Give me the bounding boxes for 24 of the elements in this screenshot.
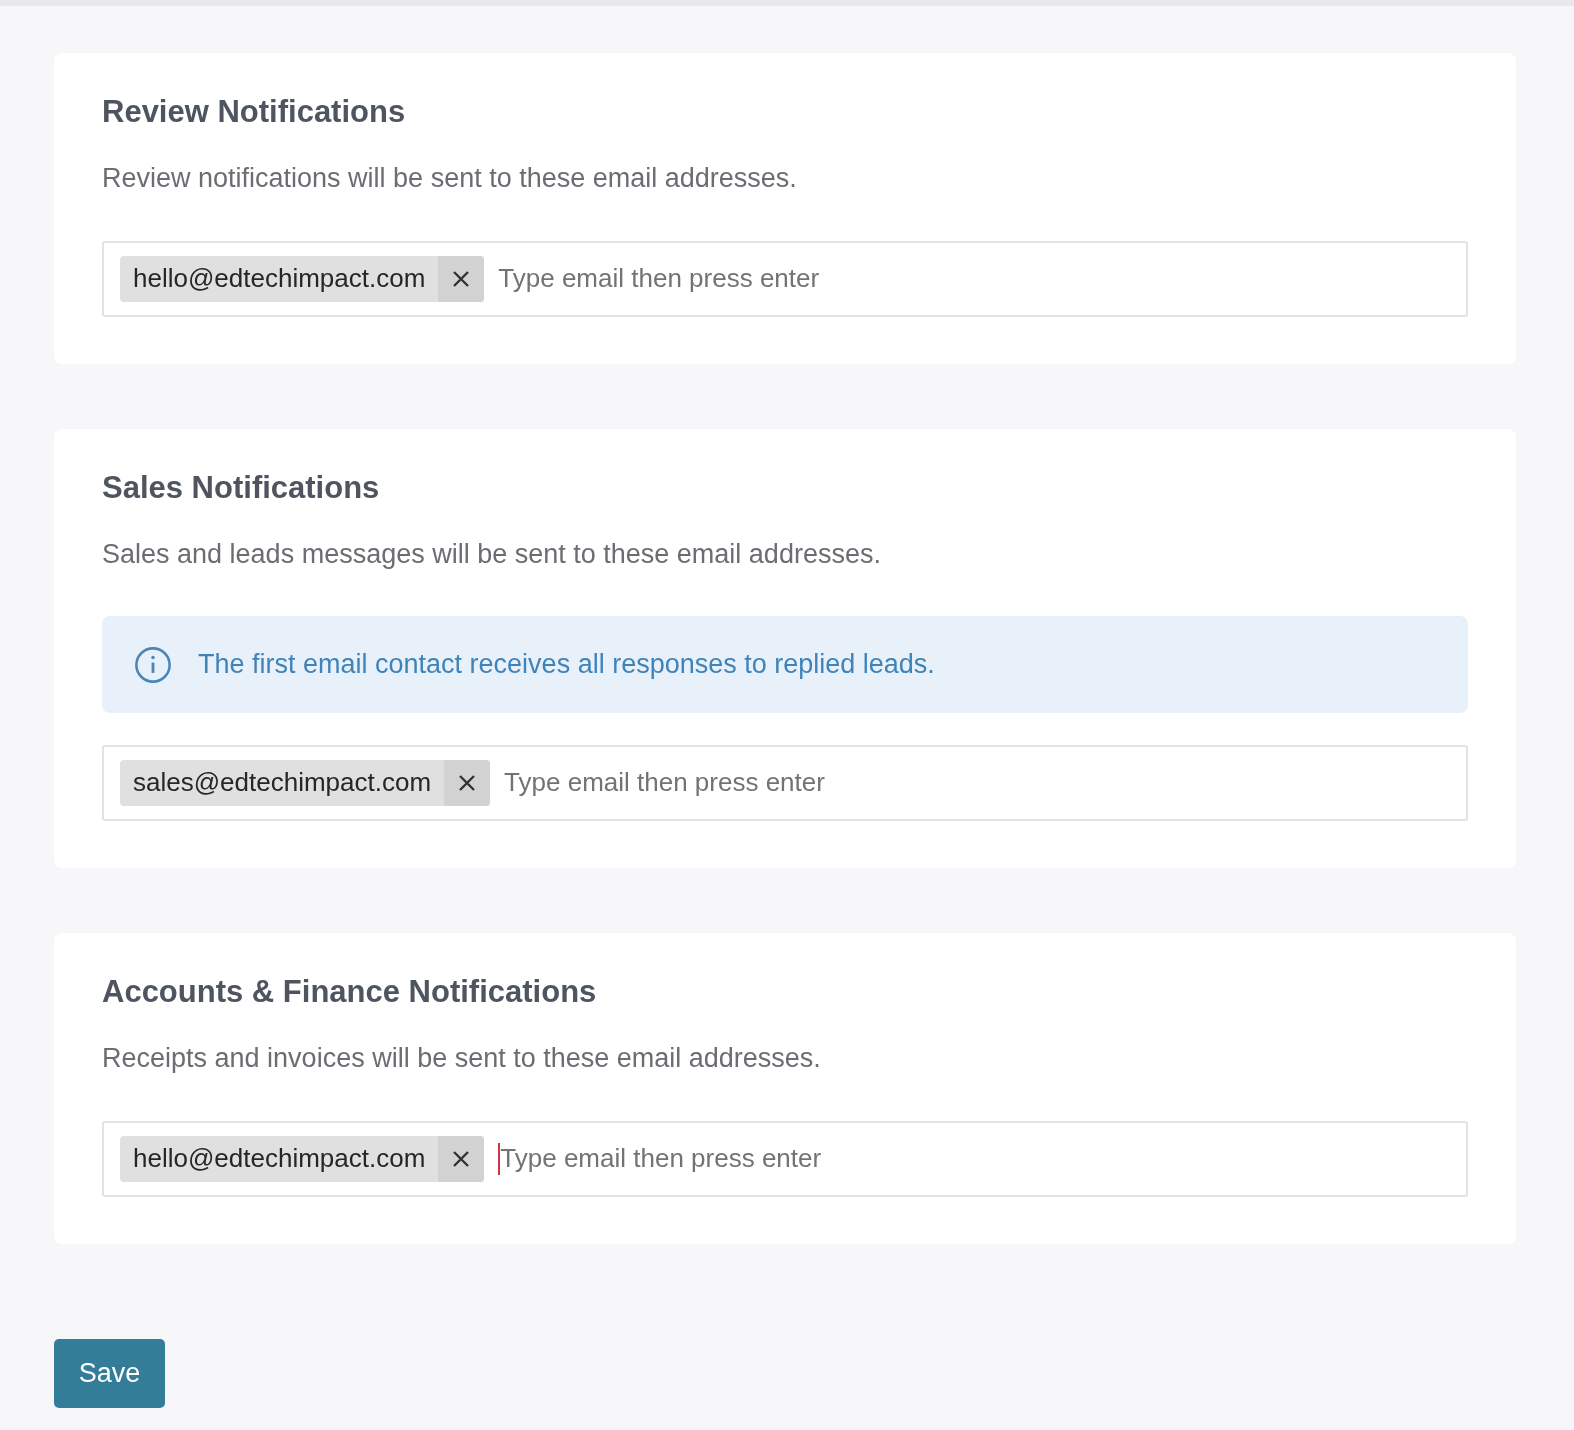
remove-tag-button[interactable]: [438, 1135, 485, 1182]
email-field[interactable]: hello@edtechimpact.com Type email then press enter: [102, 240, 1468, 317]
close-icon: [451, 268, 472, 289]
email-field[interactable]: hello@edtechimpact.com Type email then press enter: [102, 1120, 1468, 1197]
section-title: Accounts & Finance Notifications: [102, 972, 598, 1011]
email-field[interactable]: sales@edtechimpact.com Type email then press enter: [102, 744, 1468, 821]
section-title: Sales Notifications: [102, 468, 381, 506]
email-input[interactable]: Type email then press enter: [500, 1139, 1450, 1179]
info-text: The first email contact receives all responses to replied leads.: [198, 648, 935, 682]
info-icon: [134, 645, 172, 684]
section-description: Receipts and invoices will be sent to these email addresses.: [102, 1042, 822, 1076]
email-tag: hello@edtechimpact.com: [120, 1135, 485, 1182]
remove-tag-button[interactable]: [438, 255, 485, 302]
close-icon: [451, 1148, 472, 1169]
email-tag: hello@edtechimpact.com: [120, 255, 485, 302]
email-input[interactable]: Type email then press enter: [498, 259, 1450, 299]
close-icon: [457, 772, 478, 793]
section-description: Sales and leads messages will be sent to these email addresses.: [102, 537, 882, 571]
section-title: Review Notifications: [102, 93, 407, 131]
email-tag: sales@edtechimpact.com: [120, 759, 491, 806]
save-button[interactable]: Save: [54, 1338, 165, 1408]
remove-tag-button[interactable]: [444, 759, 491, 806]
email-input[interactable]: Type email then press enter: [504, 763, 1450, 803]
section-description: Review notifications will be sent to these email addresses.: [102, 162, 798, 196]
